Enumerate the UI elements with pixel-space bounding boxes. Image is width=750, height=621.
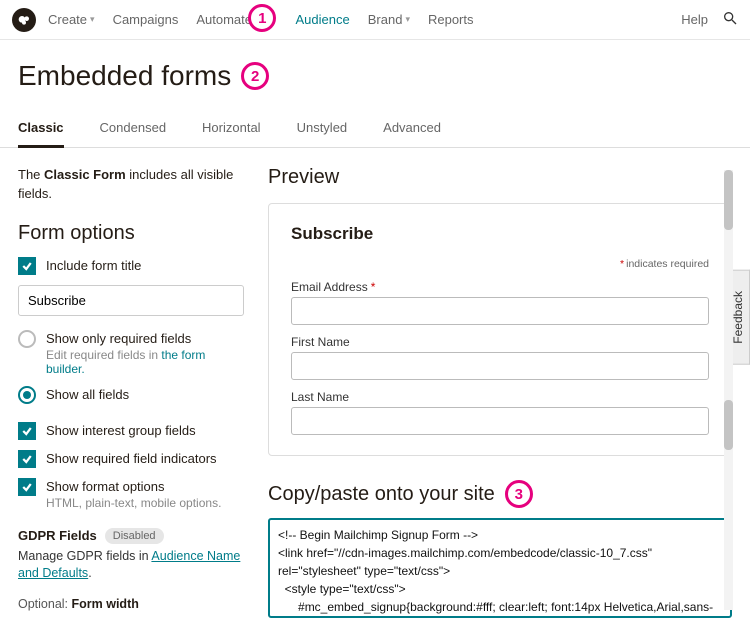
gdpr-disabled-pill: Disabled <box>105 528 164 544</box>
last-name-input[interactable] <box>291 407 709 435</box>
preview-heading: Preview <box>268 166 732 189</box>
tab-horizontal[interactable]: Horizontal <box>202 110 261 148</box>
nav-items: Create▾ Campaigns Automate▾ 1 Audience B… <box>48 12 474 27</box>
search-icon[interactable] <box>722 10 738 29</box>
gdpr-heading: GDPR Fields <box>18 528 97 543</box>
annotation-2: 2 <box>241 62 269 90</box>
left-panel: The Classic Form includes all visible fi… <box>18 166 244 618</box>
annotation-3: 3 <box>505 480 533 508</box>
form-options-heading: Form options <box>18 222 244 245</box>
mailchimp-logo[interactable] <box>12 8 36 32</box>
classic-form-description: The Classic Form includes all visible fi… <box>18 166 244 204</box>
right-panel: Preview Subscribe *indicates required Em… <box>268 166 732 618</box>
indicates-required-note: *indicates required <box>291 258 709 270</box>
first-name-label: First Name <box>291 335 709 349</box>
page-title: Embedded forms 2 <box>18 60 732 92</box>
nav-help[interactable]: Help <box>681 12 708 27</box>
show-only-required-sub: Edit required fields in the form builder… <box>46 348 244 376</box>
chevron-down-icon: ▾ <box>405 14 410 25</box>
scrollbar[interactable] <box>724 170 733 610</box>
annotation-1: 1 <box>248 4 276 32</box>
gdpr-text: Manage GDPR fields in Audience Name and … <box>18 548 244 583</box>
monkey-icon <box>16 12 32 28</box>
tab-unstyled[interactable]: Unstyled <box>297 110 348 148</box>
show-all-fields-radio[interactable] <box>18 386 36 404</box>
show-all-fields-label: Show all fields <box>46 386 129 402</box>
show-interest-label: Show interest group fields <box>46 422 196 438</box>
include-form-title-label: Include form title <box>46 257 141 273</box>
top-nav: Create▾ Campaigns Automate▾ 1 Audience B… <box>0 0 750 40</box>
embed-code-textarea[interactable]: <!-- Begin Mailchimp Signup Form --> <li… <box>268 518 732 618</box>
show-format-checkbox[interactable] <box>18 478 36 496</box>
nav-create[interactable]: Create▾ <box>48 12 95 27</box>
include-form-title-checkbox[interactable] <box>18 257 36 275</box>
show-interest-checkbox[interactable] <box>18 422 36 440</box>
nav-audience[interactable]: Audience <box>296 12 350 27</box>
preview-box: Subscribe *indicates required Email Addr… <box>268 203 732 456</box>
email-label: Email Address* <box>291 280 709 294</box>
email-input[interactable] <box>291 297 709 325</box>
show-format-sub: HTML, plain-text, mobile options. <box>46 496 221 510</box>
optional-form-width: Optional: Form width <box>18 597 244 611</box>
nav-brand[interactable]: Brand▾ <box>368 12 410 27</box>
chevron-down-icon: ▾ <box>90 14 95 25</box>
show-only-required-label: Show only required fields <box>46 330 244 346</box>
tab-advanced[interactable]: Advanced <box>383 110 441 148</box>
show-format-label: Show format options <box>46 478 221 494</box>
preview-subscribe-title: Subscribe <box>291 224 709 244</box>
tabs: Classic Condensed Horizontal Unstyled Ad… <box>0 110 750 148</box>
first-name-input[interactable] <box>291 352 709 380</box>
tab-condensed[interactable]: Condensed <box>100 110 167 148</box>
nav-reports[interactable]: Reports <box>428 12 474 27</box>
show-indicators-label: Show required field indicators <box>46 450 217 466</box>
nav-campaigns[interactable]: Campaigns <box>113 12 179 27</box>
tab-classic[interactable]: Classic <box>18 110 64 148</box>
copy-paste-heading: Copy/paste onto your site 3 <box>268 480 732 508</box>
last-name-label: Last Name <box>291 390 709 404</box>
form-title-input[interactable] <box>18 285 244 316</box>
nav-automate[interactable]: Automate▾ 1 <box>196 12 259 27</box>
show-indicators-checkbox[interactable] <box>18 450 36 468</box>
show-only-required-radio[interactable] <box>18 330 36 348</box>
